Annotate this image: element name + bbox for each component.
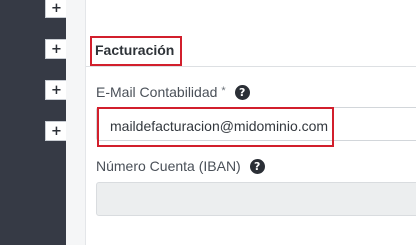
expand-button[interactable]: + bbox=[45, 121, 67, 141]
required-mark: * bbox=[221, 85, 226, 97]
plus-icon: + bbox=[51, 123, 62, 139]
plus-icon: + bbox=[51, 82, 62, 98]
gutter bbox=[66, 0, 86, 245]
section-divider bbox=[86, 66, 416, 67]
plus-icon: + bbox=[51, 41, 62, 57]
iban-field[interactable] bbox=[96, 182, 416, 216]
question-circle-icon[interactable]: ? bbox=[234, 84, 250, 100]
plus-icon: + bbox=[51, 0, 62, 16]
iban-field-label: Número Cuenta (IBAN) ? bbox=[96, 158, 265, 174]
iban-label-text: Número Cuenta (IBAN) bbox=[96, 158, 241, 174]
expand-button[interactable]: + bbox=[45, 80, 67, 100]
highlight-box-title bbox=[90, 36, 182, 66]
sidebar: + + + + bbox=[0, 0, 67, 245]
email-label-text: E-Mail Contabilidad bbox=[96, 84, 218, 100]
highlight-box-email bbox=[97, 107, 334, 147]
expand-button[interactable]: + bbox=[45, 0, 67, 18]
email-field-label: E-Mail Contabilidad * ? bbox=[96, 84, 250, 100]
expand-button[interactable]: + bbox=[45, 39, 67, 59]
question-circle-icon[interactable]: ? bbox=[249, 158, 265, 174]
form-panel: Facturación E-Mail Contabilidad * ? mail… bbox=[86, 0, 416, 245]
